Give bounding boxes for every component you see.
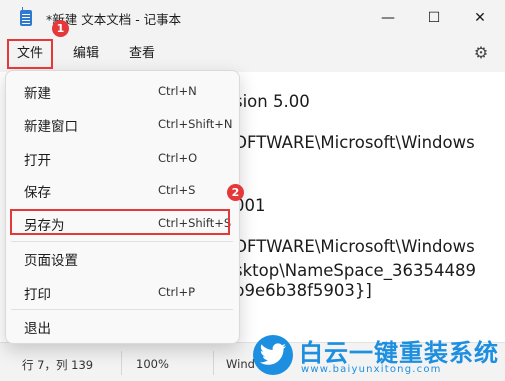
menu-item-label: 新建窗口 (24, 119, 78, 135)
menu-item-save[interactable]: 保存 Ctrl+S (11, 174, 233, 206)
menu-item-label: 保存 (24, 185, 51, 201)
line-ending: Wind (226, 357, 255, 371)
menu-item-label: 打开 (24, 153, 51, 169)
minimize-button[interactable]: — (365, 0, 411, 36)
gear-icon[interactable]: ⚙ (472, 44, 490, 62)
menu-item-print[interactable]: 打印 Ctrl+P (11, 276, 233, 308)
menu-item-label: 新建 (24, 86, 51, 102)
step-badge-2: 2 (227, 184, 244, 201)
menu-item-new[interactable]: 新建 Ctrl+N (11, 75, 233, 107)
zoom-level: 100% (136, 357, 169, 371)
editor-line: sktop\NameSpace_36354489 (234, 261, 476, 280)
bird-icon (253, 335, 293, 375)
menu-item-shortcut: Ctrl+P (158, 285, 196, 299)
editor-line: sion 5.00 (234, 92, 310, 111)
maximize-button[interactable]: ☐ (411, 0, 457, 36)
cursor-position: 行 7，列 139 (22, 358, 94, 372)
menu-item-open[interactable]: 打开 Ctrl+O (11, 142, 233, 174)
close-button[interactable]: ✕ (457, 0, 503, 36)
step-badge-1: 1 (52, 20, 69, 37)
menu-item-shortcut: Ctrl+O (158, 151, 198, 165)
notepad-app-icon (20, 7, 32, 26)
notepad-window: *新建 文本文档 - 记事本 — ☐ ✕ 文件 编辑 查看 ⚙ sion 5.0… (0, 0, 505, 381)
menu-item-shortcut: Ctrl+Shift+N (158, 117, 233, 131)
menu-item-exit[interactable]: 退出 (11, 310, 233, 342)
watermark-name: 白云一键重装系统 (299, 339, 499, 367)
menu-bar: 文件 编辑 查看 (0, 36, 505, 72)
menu-item-new-window[interactable]: 新建窗口 Ctrl+Shift+N (11, 108, 233, 140)
menu-item-page-setup[interactable]: 页面设置 (11, 242, 233, 274)
file-menu-dropdown: 新建 Ctrl+N 新建窗口 Ctrl+Shift+N 打开 Ctrl+O 保存… (5, 70, 240, 344)
menu-item-label: 退出 (24, 321, 51, 337)
menu-item-label: 打印 (24, 287, 51, 303)
watermark-logo: 白云一键重装系统 www.baiyunxitong.com (253, 333, 503, 378)
menu-item-label: 页面设置 (24, 253, 78, 269)
title-bar: *新建 文本文档 - 记事本 — ☐ ✕ (0, 0, 505, 36)
save-as-highlight (10, 209, 230, 235)
editor-line: b9e6b38f5903}] (234, 281, 372, 300)
watermark-url: www.baiyunxitong.com (301, 364, 442, 375)
menu-edit[interactable]: 编辑 (73, 42, 99, 66)
menu-item-shortcut: Ctrl+N (158, 84, 197, 98)
menu-view[interactable]: 查看 (129, 42, 155, 66)
status-divider (213, 351, 214, 375)
menu-item-shortcut: Ctrl+S (158, 183, 196, 197)
status-divider (121, 351, 122, 375)
editor-line: OFTWARE\Microsoft\Windows (234, 237, 475, 256)
editor-line: OFTWARE\Microsoft\Windows (234, 133, 475, 152)
file-menu-highlight (7, 39, 53, 69)
